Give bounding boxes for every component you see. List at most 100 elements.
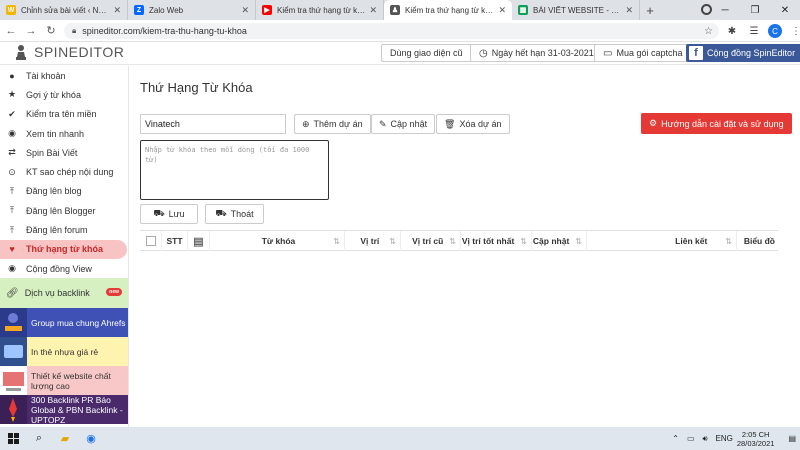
col-chart-label: Biểu đồ — [743, 236, 775, 246]
close-icon[interactable]: ✕ — [625, 5, 633, 16]
browser-tab-active[interactable]: ♟ Kiểm tra thứ hạng từ khóa ✕ — [384, 0, 512, 20]
browser-tab[interactable]: ▶ Kiểm tra thứ hạng từ khóa c ✕ — [256, 0, 384, 20]
sidebar: ● Tài khoản ★ Gợi ý từ khóa ✔ Kiểm tra tên … — [0, 66, 129, 427]
sort-icon[interactable]: ⇅ — [575, 237, 582, 246]
back-icon[interactable]: ← — [2, 22, 20, 40]
col-updated[interactable]: Cập nhật ⇅ — [532, 231, 587, 251]
extensions-icon[interactable]: ✱ — [724, 23, 740, 39]
keywords-textarea[interactable]: Nhập từ khóa theo mỗi dòng (tối đa 1000 … — [140, 140, 329, 200]
buy-captcha-button[interactable]: ▭ Mua gói captcha — [594, 44, 692, 62]
banner-backlink-pr[interactable]: 300 Backlink PR Báo Global & PBN Backlin… — [0, 395, 128, 425]
avatar[interactable]: C — [768, 24, 782, 38]
reload-icon[interactable]: ↻ — [42, 22, 60, 40]
close-icon[interactable]: ✕ — [113, 5, 121, 16]
sidebar-item-keyword-suggest[interactable]: ★ Gợi ý từ khóa — [0, 85, 128, 104]
clipboard-icon: ▤ — [193, 235, 204, 248]
copy-icon: ⊙ — [8, 166, 16, 177]
add-project-button[interactable]: ⊕ Thêm dự án — [294, 114, 371, 134]
sort-icon[interactable]: ⇅ — [389, 237, 396, 246]
forward-icon[interactable]: → — [22, 22, 40, 40]
banner-text: 300 Backlink PR Báo Global & PBN Backlin… — [31, 395, 123, 425]
exit-button[interactable]: ⛟ Thoát — [205, 204, 264, 224]
clock[interactable]: 2:05 CH 28/03/2021 — [737, 430, 775, 448]
browser-tab[interactable]: Z Zalo Web ✕ — [128, 0, 256, 20]
sort-icon[interactable]: ⇅ — [725, 237, 732, 246]
banner-plastic-card[interactable]: In thẻ nhựa giá rẻ — [0, 337, 128, 367]
old-ui-button[interactable]: Dùng giao diện cũ — [381, 44, 472, 62]
select-all-checkbox[interactable] — [145, 236, 156, 246]
col-position[interactable]: Vị trí ⇅ — [345, 231, 401, 251]
delete-project-button[interactable]: 🗑︎ Xóa dự án — [436, 114, 510, 134]
sidebar-item-keyword-rank[interactable]: ♥ Thứ hạng từ khóa — [0, 239, 127, 259]
col-position-label: Vị trí — [360, 236, 380, 246]
site-logo[interactable]: SPINEDITOR — [14, 44, 124, 60]
shuffle-icon: ⇄ — [8, 147, 16, 158]
facebook-icon: f — [689, 46, 703, 60]
browser-tab[interactable]: ▦ BÀI VIẾT WEBSITE - Google S ✕ — [512, 0, 640, 20]
window-controls: ─ ❐ ✕ — [710, 0, 800, 20]
address-bar: ← → ↻ 🔒︎ spineditor.com/kiem-tra-thu-han… — [0, 20, 800, 42]
bookmark-star-icon[interactable]: ☆ — [704, 26, 713, 37]
page-title: Thứ Hạng Từ Khóa — [140, 80, 253, 95]
col-stt[interactable]: STT — [162, 231, 188, 251]
close-icon[interactable]: ✕ — [369, 5, 377, 16]
new-badge: new — [106, 288, 122, 297]
file-explorer-icon[interactable]: ▰ — [52, 427, 78, 450]
url-field[interactable]: 🔒︎ spineditor.com/kiem-tra-thu-hang-tu-k… — [64, 23, 719, 39]
community-button[interactable]: f Cộng đồng SpinEditor — [686, 44, 800, 62]
language-indicator[interactable]: ENG — [716, 434, 733, 443]
windows-start-icon[interactable] — [0, 427, 26, 450]
close-icon[interactable]: ✕ — [241, 5, 249, 16]
windows-logo — [7, 433, 19, 444]
search-icon[interactable]: ⌕ — [26, 427, 52, 450]
sidebar-item-post-forum[interactable]: ⤒ Đăng lên forum — [0, 220, 128, 239]
menu-icon[interactable]: ⋮ — [788, 23, 800, 39]
sidebar-item-quick-news[interactable]: ◉ Xem tin nhanh — [0, 124, 128, 143]
new-tab-button[interactable]: + — [640, 0, 660, 20]
col-best-position[interactable]: Vị trí tốt nhất ⇅ — [461, 231, 532, 251]
zalo-icon: Z — [134, 5, 144, 15]
project-select[interactable]: Vinatech — [140, 114, 286, 134]
volume-icon[interactable]: 🔊︎ — [703, 434, 708, 444]
backlink-service-link[interactable]: 🔗︎ Dịch vụ backlink new — [0, 278, 128, 309]
col-old-position[interactable]: Vị trí cũ ⇅ — [401, 231, 461, 251]
browser-tab[interactable]: W Chỉnh sửa bài viết ‹ Nội Dung ✕ — [0, 0, 128, 20]
chevron-up-icon[interactable]: ⌃ — [672, 434, 679, 443]
minimize-icon[interactable]: ─ — [710, 0, 740, 20]
update-button[interactable]: ✎ Cập nhật — [371, 114, 436, 134]
sidebar-item-label: Đăng lên Blogger — [26, 205, 96, 216]
lock-icon[interactable]: 🔒︎ — [72, 26, 76, 36]
guide-button[interactable]: ⚙ Hướng dẫn cài đặt và sử dụng — [641, 113, 792, 134]
sidebar-item-spin[interactable]: ⇄ Spin Bài Viết — [0, 143, 128, 162]
close-icon[interactable]: ✕ — [498, 5, 506, 16]
sidebar-item-post-blogger[interactable]: ⤒ Đăng lên Blogger — [0, 201, 128, 220]
notifications-icon[interactable]: ▤ — [788, 434, 796, 443]
col-link[interactable]: Liên kết ⇅ — [587, 231, 737, 251]
heart-icon: ♥ — [9, 244, 15, 255]
reading-list-icon[interactable]: ☰ — [746, 23, 762, 39]
sort-icon[interactable]: ⇅ — [449, 237, 456, 246]
banner-ahrefs[interactable]: Group mua chung Ahrefs — [0, 308, 128, 338]
trash-icon: 🗑︎ — [444, 118, 456, 129]
col-chart[interactable]: Biểu đồ — [737, 231, 778, 251]
sidebar-item-copy-check[interactable]: ⊙ KT sao chép nội dung — [0, 162, 128, 181]
chrome-icon[interactable]: ◉ — [78, 427, 104, 450]
network-icon[interactable]: ▭ — [687, 434, 695, 443]
save-button[interactable]: ⛟ Lưu — [140, 204, 198, 224]
maximize-icon[interactable]: ❐ — [740, 0, 770, 20]
sidebar-item-community-view[interactable]: ◉ Cộng đồng View — [0, 259, 128, 278]
sort-icon[interactable]: ⇅ — [520, 237, 527, 246]
col-link-label: Liên kết — [675, 236, 708, 246]
sidebar-item-label: Gợi ý từ khóa — [26, 89, 81, 100]
upload-icon: ⤒ — [10, 224, 14, 235]
col-copy[interactable]: ▤ — [188, 231, 210, 251]
col-keyword[interactable]: Từ khóa ⇅ — [210, 231, 345, 251]
sidebar-item-post-blog[interactable]: ⤒ Đăng lên blog — [0, 182, 128, 201]
close-window-icon[interactable]: ✕ — [770, 0, 800, 20]
sort-icon[interactable]: ⇅ — [333, 237, 340, 246]
sidebar-item-label: KT sao chép nội dung — [26, 167, 114, 178]
banner-web-design[interactable]: Thiết kế website chất lượng cao — [0, 366, 128, 396]
sidebar-item-domain-check[interactable]: ✔ Kiểm tra tên miền — [0, 105, 128, 124]
sidebar-item-account[interactable]: ● Tài khoản — [0, 66, 128, 85]
user-icon: ● — [9, 70, 15, 81]
